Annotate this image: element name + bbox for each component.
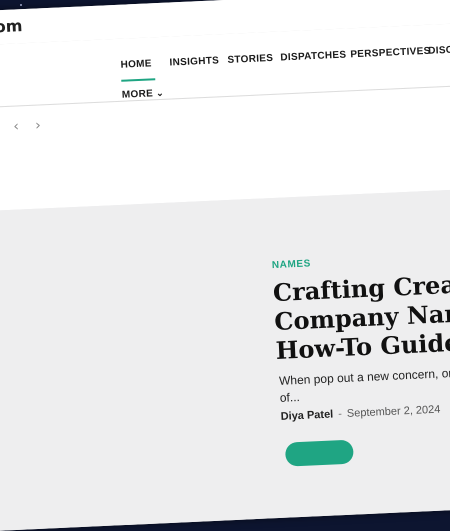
chevron-right-icon[interactable]: › (35, 117, 41, 133)
featured-article: NAMES Crafting Creat Company Nam How-To … (0, 187, 450, 531)
article-headline[interactable]: Crafting Creat Company Nam How-To Guide (272, 267, 450, 365)
nav-item-discover[interactable]: DISCO (428, 44, 450, 56)
browser-window: om HOME INSIGHTS STORIES DISPATCHES PERS… (0, 0, 450, 531)
author-link[interactable]: Diya Patel (280, 408, 333, 422)
nav-item-perspectives[interactable]: PERSPECTIVES (350, 46, 431, 61)
nav-item-insights[interactable]: INSIGHTS (169, 55, 219, 68)
nav-item-stories[interactable]: STORIES (227, 53, 273, 66)
chevron-left-icon[interactable]: ‹ (13, 118, 19, 134)
article-meta: Diya Patel - September 2, 2024 (280, 404, 440, 423)
article-category-link[interactable]: NAMES (272, 258, 312, 271)
chevron-down-icon: ⌄ (155, 87, 165, 99)
url-domain-text: om (0, 16, 23, 37)
nav-item-dispatches[interactable]: DISPATCHES (280, 50, 346, 64)
article-excerpt: When pop out a new concern, one of t of.… (279, 362, 450, 407)
read-more-button[interactable] (284, 439, 354, 467)
nav-item-home[interactable]: HOME (120, 58, 152, 70)
meta-separator: - (337, 408, 343, 421)
publish-date: September 2, 2024 (346, 403, 441, 420)
